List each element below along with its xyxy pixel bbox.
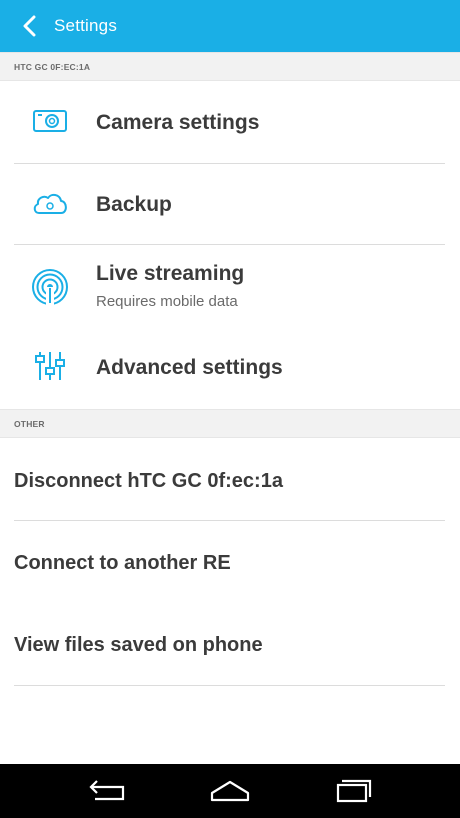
camera-settings-row[interactable]: Camera settings	[0, 81, 460, 163]
connect-another-row[interactable]: Connect to another RE	[0, 521, 460, 603]
back-button[interactable]	[8, 0, 52, 52]
camera-settings-label: Camera settings	[96, 111, 260, 134]
section-header-other: OTHER	[0, 409, 460, 438]
page-title: Settings	[54, 16, 118, 35]
connect-another-label: Connect to another RE	[14, 552, 231, 574]
section-header-device: HTC GC 0F:EC:1A	[0, 52, 460, 81]
live-streaming-label: Live streaming	[96, 262, 245, 285]
backup-row[interactable]: Backup	[0, 164, 460, 244]
broadcast-icon	[28, 267, 72, 307]
camera-icon	[28, 101, 72, 141]
live-streaming-sublabel: Requires mobile data	[96, 293, 238, 310]
disconnect-label: Disconnect hTC GC 0f:ec:1a	[14, 470, 283, 492]
sliders-icon	[28, 346, 72, 386]
nav-home-button[interactable]	[185, 764, 275, 818]
home-nav-icon	[210, 780, 250, 802]
view-files-label: View files saved on phone	[14, 634, 263, 656]
disconnect-row[interactable]: Disconnect hTC GC 0f:ec:1a	[0, 438, 460, 520]
app-bar: Settings	[0, 0, 460, 52]
view-files-row[interactable]: View files saved on phone	[0, 603, 460, 685]
advanced-settings-label: Advanced settings	[96, 356, 283, 379]
chevron-left-icon	[23, 15, 36, 37]
nav-recents-button[interactable]	[308, 764, 398, 818]
nav-back-button[interactable]	[62, 764, 152, 818]
recents-nav-icon	[336, 779, 372, 803]
navigation-bar	[0, 764, 460, 818]
divider	[14, 685, 445, 686]
backup-label: Backup	[96, 193, 172, 216]
back-nav-icon	[89, 780, 125, 801]
advanced-settings-row[interactable]: Advanced settings	[0, 328, 460, 408]
live-streaming-row[interactable]: Live streaming Requires mobile data	[0, 245, 460, 327]
cloud-icon	[28, 184, 72, 224]
